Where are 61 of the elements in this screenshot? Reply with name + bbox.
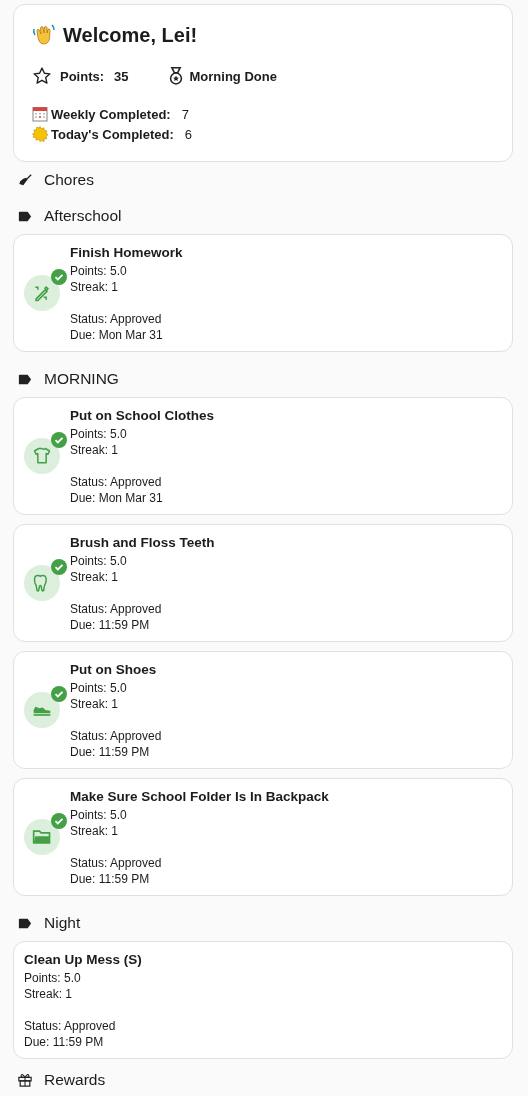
group-heading: Night bbox=[44, 914, 81, 932]
folder-icon bbox=[32, 827, 52, 847]
section-heading: Chores bbox=[44, 171, 94, 189]
chore-title: Put on School Clothes bbox=[70, 406, 214, 425]
chore-card[interactable]: Clean Up Mess (S) Points: 5.0 Streak: 1 Status: Approved Due: 11:59 PM bbox=[13, 941, 513, 1059]
chore-status: Status: Approved bbox=[70, 854, 163, 871]
badge-label: Morning Done bbox=[189, 68, 277, 84]
chore-due: Due: 11:59 PM bbox=[24, 1033, 105, 1050]
chore-due: Due: 11:59 PM bbox=[70, 616, 151, 633]
todays-completed-label: Today's Completed: bbox=[51, 126, 174, 142]
sun-icon bbox=[32, 126, 48, 142]
chore-status: Status: Approved bbox=[70, 727, 162, 744]
broom-icon bbox=[18, 173, 32, 187]
chore-streak: Streak: 1 bbox=[70, 568, 120, 585]
calendar-icon bbox=[32, 106, 48, 122]
chore-due: Due: 11:59 PM bbox=[70, 870, 151, 887]
chore-points: Points: 5.0 bbox=[70, 262, 128, 279]
label-tag-icon bbox=[18, 210, 32, 222]
chore-status: Status: Approved bbox=[24, 1017, 117, 1034]
group-heading: MORNING bbox=[44, 370, 119, 388]
chore-card[interactable]: Put on School Clothes Points: 5.0 Streak: 1 Status: Approved Due: Mon Mar 31 bbox=[13, 397, 513, 515]
chore-card[interactable]: Finish Homework Points: 5.0 Streak: 1 Status: Approved Due: Mon Mar 31 bbox=[13, 234, 513, 352]
chore-points: Points: 5.0 bbox=[70, 425, 128, 442]
chore-status: Status: Approved bbox=[70, 473, 163, 490]
welcome-title: Welcome, Lei! bbox=[63, 23, 198, 47]
points-value: 35 bbox=[114, 68, 129, 84]
chore-due: Due: 11:59 PM bbox=[70, 743, 151, 760]
weekly-completed-label: Weekly Completed: bbox=[51, 106, 171, 122]
chore-streak: Streak: 1 bbox=[70, 822, 120, 839]
chore-title: Make Sure School Folder Is In Backpack bbox=[70, 787, 329, 806]
chore-points: Points: 5.0 bbox=[70, 679, 128, 696]
chore-streak: Streak: 1 bbox=[24, 985, 74, 1002]
chore-title: Brush and Floss Teeth bbox=[70, 533, 215, 552]
shirt-icon bbox=[32, 446, 52, 466]
chore-card[interactable]: Make Sure School Folder Is In Backpack Points: 5.0 Streak: 1 Status: Approved Due: 11:59 PM bbox=[13, 778, 513, 896]
chore-streak: Streak: 1 bbox=[70, 695, 120, 712]
pencil-ruler-icon bbox=[32, 283, 52, 303]
chore-card[interactable]: Put on Shoes Points: 5.0 Streak: 1 Status: Approved Due: 11:59 PM bbox=[13, 651, 513, 769]
chore-due: Due: Mon Mar 31 bbox=[70, 326, 164, 343]
points-label: Points: bbox=[60, 68, 105, 84]
chore-title: Clean Up Mess (S) bbox=[24, 950, 142, 969]
chore-points: Points: 5.0 bbox=[70, 806, 128, 823]
chore-status: Status: Approved bbox=[70, 600, 163, 617]
chore-title: Finish Homework bbox=[70, 243, 183, 262]
weekly-completed-value: 7 bbox=[181, 106, 189, 122]
label-tag-icon bbox=[18, 373, 32, 385]
section-heading: Rewards bbox=[44, 1071, 106, 1089]
gift-icon bbox=[18, 1073, 32, 1087]
chore-points: Points: 5.0 bbox=[70, 552, 128, 569]
star-icon bbox=[32, 66, 52, 86]
chore-streak: Streak: 1 bbox=[70, 278, 120, 295]
label-tag-icon bbox=[18, 917, 32, 929]
waving-hand-icon bbox=[32, 23, 56, 47]
chore-title: Put on Shoes bbox=[70, 660, 158, 679]
chore-due: Due: Mon Mar 31 bbox=[70, 489, 164, 506]
todays-completed-value: 6 bbox=[184, 126, 192, 142]
group-heading: Afterschool bbox=[44, 207, 122, 225]
chore-status: Status: Approved bbox=[70, 310, 163, 327]
chore-points: Points: 5.0 bbox=[24, 969, 82, 986]
chore-streak: Streak: 1 bbox=[70, 441, 120, 458]
chore-card[interactable]: Brush and Floss Teeth Points: 5.0 Streak: 1 Status: Approved Due: 11:59 PM bbox=[13, 524, 513, 642]
